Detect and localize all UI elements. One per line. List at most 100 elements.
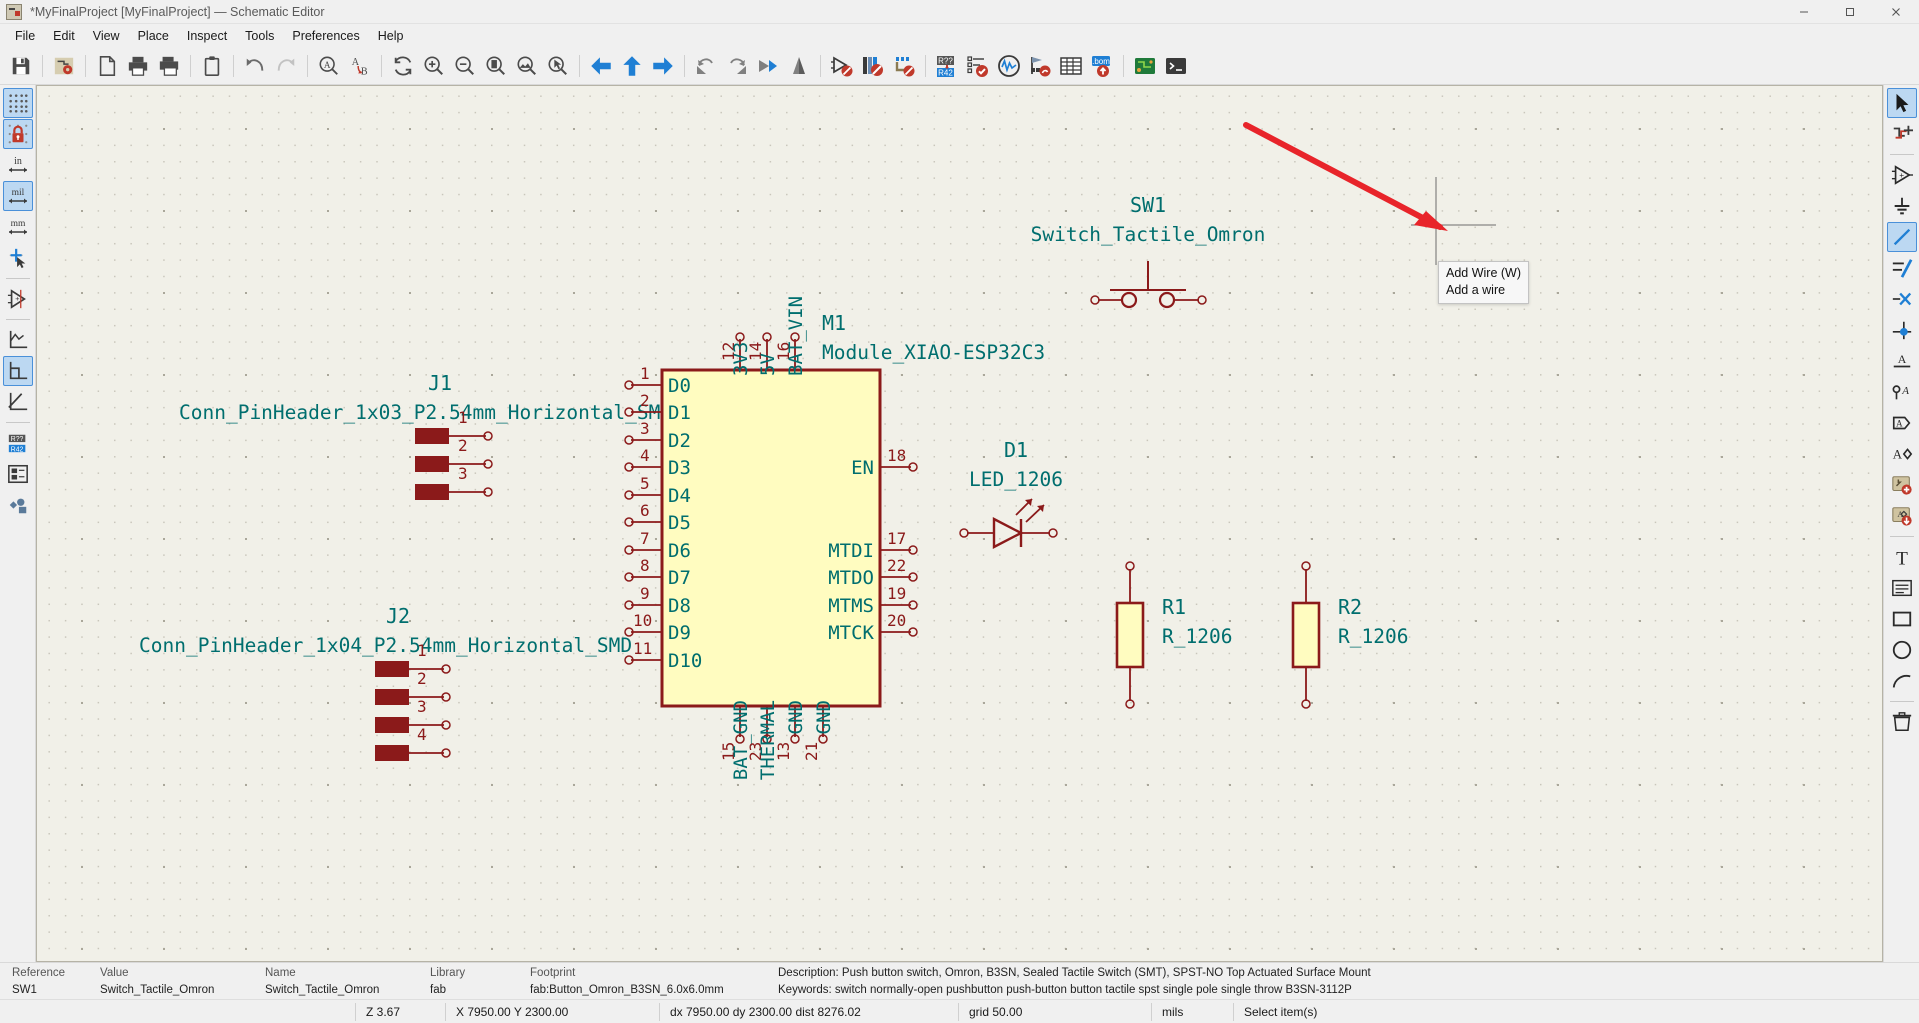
units-mils-icon[interactable]: mil xyxy=(2,181,33,211)
show-pin-electrical-type-icon[interactable]: + xyxy=(3,284,33,314)
scripting-console-icon[interactable] xyxy=(1161,51,1191,81)
status-active-tool: Select item(s) xyxy=(1244,1004,1318,1019)
footprint-editor-icon[interactable] xyxy=(889,51,919,81)
nav-forward-icon[interactable] xyxy=(648,51,678,81)
units-inches-icon[interactable]: in xyxy=(3,150,33,180)
status-units[interactable]: mils xyxy=(1152,1000,1233,1023)
add-hierarchical-label-icon[interactable]: A xyxy=(1887,439,1917,469)
add-bus-icon[interactable] xyxy=(1887,253,1917,283)
symbol-sw1[interactable]: SW1 Switch_Tactile_Omron xyxy=(1031,193,1266,309)
find-replace-icon[interactable]: AB xyxy=(345,51,375,81)
nav-up-icon[interactable] xyxy=(617,51,647,81)
zoom-fit-page-icon[interactable] xyxy=(481,51,511,81)
add-global-label-icon[interactable]: A xyxy=(1887,408,1917,438)
menu-edit[interactable]: Edit xyxy=(44,27,84,45)
m1-rpin-name-4: MTCK xyxy=(828,622,874,644)
simulator-icon[interactable] xyxy=(994,51,1024,81)
toggle-grid-icon[interactable] xyxy=(2,88,33,118)
menu-file[interactable]: File xyxy=(6,27,44,45)
mirror-horizontal-icon[interactable] xyxy=(753,51,783,81)
msg-col-value: Value Switch_Tactile_Omron xyxy=(100,965,265,999)
symbol-r2[interactable]: R2 R_1206 xyxy=(1291,561,1408,709)
plot-icon[interactable] xyxy=(154,51,184,81)
symbol-fields-table-icon[interactable] xyxy=(1056,51,1086,81)
add-circle-icon[interactable] xyxy=(1887,635,1917,665)
new-page-icon[interactable] xyxy=(92,51,122,81)
nav-back-icon[interactable] xyxy=(586,51,616,81)
add-net-label-icon[interactable]: A xyxy=(1887,346,1917,376)
symbol-m1[interactable]: M1 Module_XIAO-ESP32C3 1 D0 2 D1 3 D2 4 … xyxy=(624,296,1045,780)
j1-pin-1-number: 1 xyxy=(458,408,468,427)
zoom-in-icon[interactable] xyxy=(419,51,449,81)
zoom-out-icon[interactable] xyxy=(450,51,480,81)
msg-keywords: Keywords: switch normally-open pushbutto… xyxy=(778,983,1352,996)
delete-tool-icon[interactable] xyxy=(1887,707,1917,737)
symbol-j2[interactable]: J2 Conn_PinHeader_1x04_P2.54mm_Horizonta… xyxy=(139,604,632,761)
highlight-net-icon[interactable] xyxy=(1887,119,1917,149)
undo-icon[interactable] xyxy=(240,51,270,81)
symbol-j1[interactable]: J1 Conn_PinHeader_1x03_P2.54mm_Horizonta… xyxy=(179,371,672,500)
add-no-connect-icon[interactable] xyxy=(1887,284,1917,314)
add-rectangle-icon[interactable] xyxy=(1887,604,1917,634)
save-icon[interactable] xyxy=(6,51,36,81)
add-arc-icon[interactable] xyxy=(1887,666,1917,696)
toolbar-separator xyxy=(1123,54,1124,77)
rotate-cw-icon[interactable] xyxy=(722,51,752,81)
symbol-editor-icon[interactable] xyxy=(827,51,857,81)
menu-preferences[interactable]: Preferences xyxy=(283,27,368,45)
maximize-button[interactable] xyxy=(1827,0,1873,24)
erc-icon[interactable] xyxy=(963,51,993,81)
symbol-d1[interactable]: D1 LED_1206 xyxy=(959,438,1063,549)
menu-help[interactable]: Help xyxy=(369,27,413,45)
r1-reference: R1 xyxy=(1162,595,1186,619)
toggle-cursor-icon[interactable] xyxy=(3,243,33,273)
menu-view[interactable]: View xyxy=(84,27,129,45)
menu-place[interactable]: Place xyxy=(129,27,178,45)
add-wire-icon[interactable] xyxy=(1886,222,1917,252)
minimize-button[interactable] xyxy=(1781,0,1827,24)
line-mode-90-icon[interactable] xyxy=(2,356,33,386)
units-mm-icon[interactable]: mm xyxy=(3,212,33,242)
add-text-icon[interactable]: T xyxy=(1887,542,1917,572)
import-sheet-pin-icon[interactable]: A xyxy=(1887,501,1917,531)
hierarchy-navigator-icon[interactable] xyxy=(3,459,33,489)
line-mode-free-icon[interactable] xyxy=(3,325,33,355)
svg-text:A: A xyxy=(324,59,331,69)
close-button[interactable] xyxy=(1873,0,1919,24)
menu-inspect[interactable]: Inspect xyxy=(178,27,236,45)
add-net-class-directive-icon[interactable]: A xyxy=(1887,377,1917,407)
annotate-icon[interactable]: R?? R42 xyxy=(932,51,962,81)
redo-icon[interactable] xyxy=(271,51,301,81)
message-panel: Reference SW1 Value Switch_Tactile_Omron… xyxy=(0,963,1919,999)
annotate-auto-icon[interactable]: R?? R42 xyxy=(3,428,33,458)
refresh-icon[interactable] xyxy=(388,51,418,81)
symbol-r1[interactable]: R1 R_1206 xyxy=(1115,561,1232,709)
print-icon[interactable] xyxy=(123,51,153,81)
assign-footprints-icon[interactable] xyxy=(1025,51,1055,81)
add-power-port-icon[interactable] xyxy=(1887,191,1917,221)
title-bar: *MyFinalProject [MyFinalProject] — Schem… xyxy=(0,0,1919,24)
grid-lock-icon[interactable] xyxy=(2,119,33,149)
rotate-ccw-icon[interactable] xyxy=(691,51,721,81)
add-symbol-icon[interactable]: + xyxy=(1887,160,1917,190)
add-textbox-icon[interactable] xyxy=(1887,573,1917,603)
mirror-vertical-icon[interactable] xyxy=(784,51,814,81)
paste-icon[interactable] xyxy=(197,51,227,81)
add-junction-icon[interactable] xyxy=(1887,315,1917,345)
bom-icon[interactable]: .bom xyxy=(1087,51,1117,81)
add-sheet-icon[interactable] xyxy=(1887,470,1917,500)
symbol-library-icon[interactable] xyxy=(858,51,888,81)
line-mode-45-icon[interactable] xyxy=(3,387,33,417)
schematic-canvas[interactable]: J1 Conn_PinHeader_1x03_P2.54mm_Horizonta… xyxy=(36,85,1883,962)
svg-text:R42: R42 xyxy=(938,68,953,77)
find-icon[interactable]: A xyxy=(314,51,344,81)
menu-tools[interactable]: Tools xyxy=(236,27,283,45)
zoom-area-icon[interactable] xyxy=(543,51,573,81)
select-tool-icon[interactable] xyxy=(1886,88,1917,118)
status-grid-size[interactable]: grid 50.00 xyxy=(959,1000,1151,1023)
svg-text:R??: R?? xyxy=(10,436,23,443)
board-setup-icon[interactable] xyxy=(49,51,79,81)
pcb-editor-icon[interactable] xyxy=(1130,51,1160,81)
zoom-fit-objects-icon[interactable] xyxy=(512,51,542,81)
properties-manager-icon[interactable] xyxy=(3,490,33,520)
